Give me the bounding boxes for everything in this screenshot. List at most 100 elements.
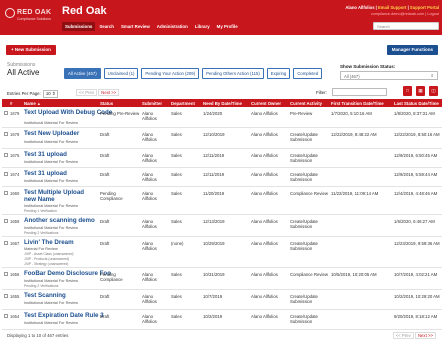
- row-checkbox[interactable]: [4, 111, 8, 115]
- row-need-by: 12/11/2019: [203, 153, 225, 158]
- row-activity: Create/Update Submission: [290, 241, 318, 251]
- submission-name-link[interactable]: FooBar Demo Disclosure Foo: [24, 270, 111, 277]
- row-last-status: 1/8/2020, 8:37:31 AM: [394, 111, 435, 116]
- table-row[interactable]: 1655 Test Scanning Institutional Materia…: [2, 291, 442, 310]
- submission-name-link[interactable]: Test 31 upload: [24, 151, 67, 158]
- row-owner: Alano Allfolios: [251, 241, 278, 246]
- table-row[interactable]: 1656 FooBar Demo Disclosure Foo Institut…: [2, 269, 442, 290]
- col-name[interactable]: Name▲: [24, 101, 41, 106]
- col-department[interactable]: Department: [171, 101, 195, 106]
- nav-administration[interactable]: Administration: [154, 22, 191, 31]
- row-first-transition: 10/5/2019, 10:20:05 AM: [331, 272, 377, 277]
- filter-label: Filter:: [316, 90, 327, 95]
- row-status: Draft: [100, 153, 110, 158]
- pdf-icon[interactable]: □: [403, 86, 412, 96]
- table-row[interactable]: 1674 Test 31 upload Institutional Materi…: [2, 169, 442, 187]
- nav-library[interactable]: Library: [192, 22, 213, 31]
- global-search-input[interactable]: Search: [373, 22, 439, 30]
- col-current-owner[interactable]: Current Owner: [251, 101, 281, 106]
- row-last-status: 12/9/2019, 5:59:44 AM: [394, 172, 438, 177]
- nav-search[interactable]: Search: [96, 22, 117, 31]
- col-current-activity[interactable]: Current Activity: [290, 101, 322, 106]
- support-portal-link[interactable]: Support Portal: [410, 5, 439, 10]
- table-row[interactable]: 1660 Test Multiple Upload new Name Insti…: [2, 188, 442, 215]
- tab-unclaimed[interactable]: Unclaimed (1): [103, 68, 139, 79]
- row-status: Draft: [100, 294, 110, 299]
- col-submitter[interactable]: Submitter: [142, 101, 162, 106]
- excel-icon[interactable]: ▦: [416, 86, 425, 96]
- table-row[interactable]: 1675 Test 31 upload Institutional Materi…: [2, 150, 442, 168]
- submission-name-link[interactable]: Text Upload With Debug Code: [24, 109, 112, 116]
- row-checkbox[interactable]: [4, 132, 8, 136]
- submission-name-link[interactable]: Test Scanning: [24, 292, 66, 299]
- columns-icon[interactable]: ◫: [429, 86, 438, 96]
- row-checkbox[interactable]: [4, 191, 8, 195]
- table-row[interactable]: 1678 Test New Uploader Institutional Mat…: [2, 129, 442, 149]
- row-department: Sales: [171, 132, 182, 137]
- submission-type: Institutional Material For Review: [24, 204, 79, 208]
- row-status: Pending Compliance: [100, 191, 123, 201]
- tab-expiring[interactable]: Expiring: [266, 68, 291, 79]
- submission-name-link[interactable]: Livin' The Dream: [24, 239, 74, 246]
- row-id: 1679: [10, 111, 20, 116]
- email-support-link[interactable]: Email Support: [378, 5, 406, 10]
- manager-functions-button[interactable]: Manager Functions: [386, 45, 438, 55]
- status-filter-select[interactable]: All (467) ⇕: [340, 71, 438, 80]
- table-row[interactable]: 1679 Text Upload With Debug Code Institu…: [2, 108, 442, 128]
- row-status: Draft: [100, 132, 110, 137]
- table-row[interactable]: 1659 Another scanning demo Institutional…: [2, 216, 442, 237]
- tab-all-active[interactable]: All Active (467): [64, 68, 101, 79]
- row-checkbox[interactable]: [4, 153, 8, 157]
- table-row[interactable]: 1667 Livin' The Dream Material For Revie…: [2, 238, 442, 268]
- prev-page-button[interactable]: << Prev: [76, 89, 98, 96]
- next-page-button[interactable]: Next >>: [414, 332, 436, 339]
- row-id: 1674: [10, 172, 20, 177]
- prev-page-button[interactable]: << Prev: [392, 332, 414, 339]
- next-page-button[interactable]: Next >>: [98, 89, 120, 96]
- col-need-by[interactable]: Need By Date/Time: [203, 101, 242, 106]
- submission-name-link[interactable]: Test Multiple Upload new Name: [24, 189, 96, 203]
- row-checkbox[interactable]: [4, 172, 8, 176]
- submission-name-link[interactable]: Test Expiration Date Rule 3: [24, 312, 104, 319]
- submission-type: Institutional Material For Review: [24, 160, 79, 164]
- submission-type: Institutional Material For Review: [24, 140, 79, 144]
- submission-name-link[interactable]: Test New Uploader: [24, 130, 79, 137]
- row-owner: Alano Allfolios: [251, 153, 278, 158]
- col-status[interactable]: Status: [100, 101, 113, 106]
- submission-type: Institutional Material For Review: [24, 321, 79, 325]
- row-activity: Create/Update Submission: [290, 219, 318, 229]
- submission-name-link[interactable]: Test 31 upload: [24, 170, 67, 177]
- row-activity: Pre-Review: [290, 111, 313, 116]
- red-oak-logo[interactable]: RED OAK Compliance Solutions: [5, 8, 59, 26]
- row-owner: Alano Allfolios: [251, 111, 278, 116]
- col-id[interactable]: #: [10, 101, 12, 106]
- col-last-status[interactable]: Last Status Date/Time: [394, 101, 439, 106]
- tab-completed[interactable]: Completed: [293, 68, 323, 79]
- user-subline[interactable]: compliance.demo@redoak.com | Logout: [371, 12, 439, 16]
- filter-input[interactable]: [332, 88, 387, 96]
- logo-text: RED OAK: [17, 9, 52, 16]
- row-checkbox[interactable]: [4, 241, 8, 245]
- tab-pending-your-action[interactable]: Pending Your Action (209): [141, 68, 200, 79]
- submission-name-link[interactable]: Another scanning demo: [24, 217, 95, 224]
- row-submitter: Alano Allfolios: [142, 111, 157, 121]
- nav-smart-review[interactable]: Smart Review: [118, 22, 153, 31]
- row-id: 1660: [10, 191, 20, 196]
- row-checkbox[interactable]: [4, 219, 8, 223]
- row-last-status: 12/23/2019, 9:59:36 AM: [394, 241, 440, 246]
- row-need-by: 11/20/2019: [203, 191, 225, 196]
- tab-pending-others-action[interactable]: Pending Others Action (115): [202, 68, 264, 79]
- entries-summary: Displaying 1 to 10 of 467 entries: [7, 333, 69, 338]
- col-first-transition[interactable]: First Transition Date/Time: [331, 101, 384, 106]
- top-pagination: << Prev Next >>: [76, 89, 120, 96]
- row-checkbox[interactable]: [4, 272, 8, 276]
- row-checkbox[interactable]: [4, 294, 8, 298]
- nav-submissions[interactable]: Submissions: [62, 22, 96, 31]
- row-checkbox[interactable]: [4, 314, 8, 318]
- new-submission-button[interactable]: + New Submission: [6, 45, 56, 55]
- entries-select[interactable]: 10 ⇕: [42, 90, 59, 98]
- nav-my-profile[interactable]: My Profile: [214, 22, 241, 31]
- row-submitter: Alano Allfolios: [142, 153, 157, 163]
- table-row[interactable]: 1654 Test Expiration Date Rule 3 Institu…: [2, 311, 442, 330]
- question-note: JXIP - Products (unanswered): [24, 257, 70, 261]
